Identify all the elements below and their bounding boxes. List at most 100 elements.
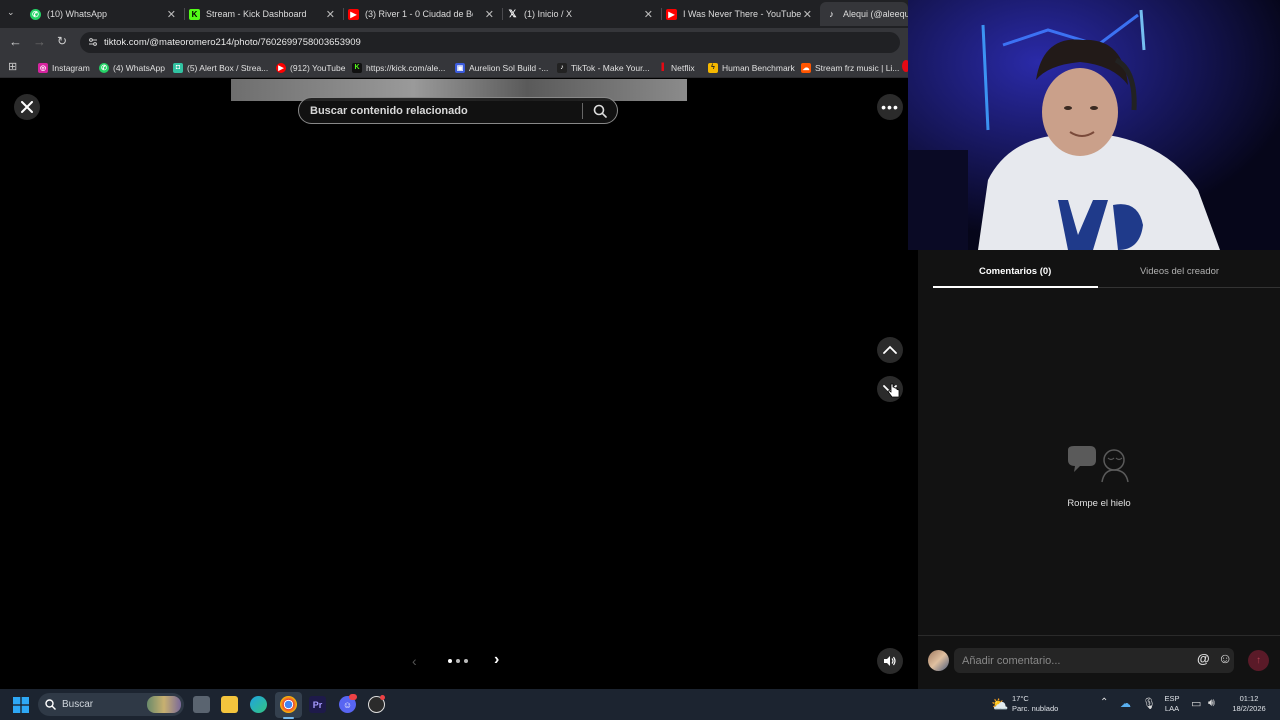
- url-field[interactable]: tiktok.com/@mateoromero214/photo/7602699…: [80, 32, 900, 53]
- bookmark-label: TikTok - Make Your...: [571, 62, 650, 73]
- language-line2: LAA: [1164, 704, 1180, 713]
- bookmark-stream-frz[interactable]: ☁ Stream frz music | Li...: [801, 61, 899, 74]
- instagram-icon: ◎: [38, 62, 48, 73]
- taskbar-search-label: Buscar: [62, 699, 94, 710]
- url-text: tiktok.com/@mateoromero214/photo/7602699…: [104, 37, 361, 48]
- comment-input[interactable]: Añadir comentario...: [954, 648, 1234, 673]
- clock-time: 01:12: [1239, 694, 1259, 703]
- previous-photo-arrow-icon[interactable]: ‹: [412, 653, 417, 669]
- webcam-overlay: [908, 0, 1280, 250]
- clock-date: 18/2/2026: [1232, 704, 1266, 713]
- search-icon[interactable]: [593, 104, 607, 118]
- bookmark-label: Human Benchmark: [722, 62, 795, 73]
- tab-whatsapp[interactable]: ✆ (10) WhatsApp ✕: [30, 4, 180, 24]
- discord-badge: [349, 694, 357, 700]
- tab-youtube-river[interactable]: ▶ (3) River 1 - 0 Ciudad de Bolívar ✕: [348, 4, 498, 24]
- close-tab-icon[interactable]: ✕: [167, 8, 176, 21]
- windows-taskbar: Buscar Pr ☺ ⛅ 17°C Parc. nublado ⌃ ☁ 🎙︎ …: [0, 689, 1280, 720]
- edge-icon[interactable]: [250, 696, 267, 713]
- tray-chevron-up-icon[interactable]: ⌃: [1100, 697, 1108, 708]
- mouse-cursor-hand-icon: [887, 383, 900, 398]
- search-highlight-icon: [147, 696, 181, 713]
- webcam-image: [908, 0, 1280, 250]
- photo-dot: [448, 659, 452, 663]
- reload-icon[interactable]: ↻: [57, 34, 67, 48]
- bookmark-human-benchmark[interactable]: ϟ Human Benchmark: [708, 61, 795, 74]
- address-toolbar: ← → ↻ tiktok.com/@mateoromero214/photo/7…: [0, 28, 908, 56]
- browser-tab-strip: ⌄ ✆ (10) WhatsApp ✕ K Stream - Kick Dash…: [0, 0, 908, 28]
- soundcloud-icon: ☁: [801, 62, 811, 73]
- next-photo-arrow-icon[interactable]: ›: [494, 651, 499, 669]
- search-placeholder: Buscar contenido relacionado: [310, 104, 468, 117]
- network-icon[interactable]: ▭: [1191, 697, 1201, 710]
- onedrive-icon[interactable]: ☁: [1120, 697, 1131, 710]
- chevron-up-icon: [883, 345, 897, 354]
- bookmark-instagram[interactable]: ◎ Instagram: [38, 61, 90, 74]
- language-line1: ESP: [1164, 694, 1180, 703]
- windows-start-icon[interactable]: [13, 697, 29, 713]
- tab-creator-videos[interactable]: Videos del creador: [1140, 266, 1219, 277]
- apps-grid-icon[interactable]: ⊞: [8, 60, 17, 73]
- whatsapp-icon: ✆: [30, 8, 41, 20]
- tab-x-inicio[interactable]: 𝕏 (1) Inicio / X ✕: [507, 4, 657, 24]
- close-tab-icon[interactable]: ✕: [644, 8, 653, 21]
- tab-title: I Was Never There - YouTube: [683, 9, 802, 19]
- post-comment-button[interactable]: ↑: [1248, 650, 1269, 671]
- related-search-input[interactable]: Buscar contenido relacionado: [298, 97, 618, 124]
- bookmark-alert-box[interactable]: ◘ (5) Alert Box / Strea...: [173, 61, 268, 74]
- tab-tiktok-active[interactable]: ♪ Alequi (@aleequi_): [820, 2, 908, 26]
- microphone-icon[interactable]: 🎙︎: [1142, 697, 1156, 710]
- task-view-icon[interactable]: [193, 696, 210, 713]
- bookmark-label: (5) Alert Box / Strea...: [187, 62, 269, 73]
- chrome-icon[interactable]: [280, 696, 297, 713]
- clock[interactable]: 01:12 18/2/2026: [1226, 694, 1272, 714]
- active-tab-underline: [933, 286, 1098, 288]
- bookmark-aurelion[interactable]: ▣ Aurelion Sol Build -...: [455, 61, 548, 74]
- bookmark-netflix[interactable]: ▌ Netflix: [661, 61, 695, 74]
- arrow-up-icon: ↑: [1256, 655, 1261, 666]
- language-indicator[interactable]: ESP LAA: [1162, 694, 1182, 714]
- youtube-icon: ▶: [666, 8, 677, 20]
- mention-icon[interactable]: @: [1197, 651, 1210, 666]
- tab-youtube-never-there[interactable]: ▶ I Was Never There - YouTube ✕: [666, 4, 816, 24]
- forward-arrow-icon[interactable]: →: [33, 34, 46, 49]
- bookmark-label: Netflix: [671, 62, 695, 73]
- previous-video-button[interactable]: [877, 337, 903, 363]
- bookmark-label: (912) YouTube: [290, 62, 346, 73]
- tiktok-icon: ♪: [557, 62, 567, 73]
- avatar[interactable]: [928, 650, 949, 671]
- photo-indicator-dots: [448, 659, 468, 663]
- bookmark-label: Instagram: [52, 62, 90, 73]
- tab-search-chevron-icon[interactable]: ⌄: [7, 7, 15, 18]
- empty-state-text: Rompe el hielo: [1067, 498, 1131, 509]
- file-explorer-icon[interactable]: [221, 696, 238, 713]
- volume-button[interactable]: [877, 648, 903, 674]
- site-settings-icon[interactable]: [88, 37, 98, 47]
- premiere-icon[interactable]: Pr: [309, 696, 326, 713]
- weather-icon[interactable]: ⛅: [991, 696, 1008, 713]
- photo-dot: [464, 659, 468, 663]
- tab-comments[interactable]: Comentarios (0): [979, 266, 1051, 277]
- close-tab-icon[interactable]: ✕: [326, 8, 335, 21]
- bookmark-kick[interactable]: Khttps://kick.com/ale...: [352, 61, 445, 74]
- bookmark-whatsapp[interactable]: ✆ (4) WhatsApp: [99, 61, 165, 74]
- more-options-button[interactable]: •••: [877, 94, 903, 120]
- comments-panel: Comentarios (0) Videos del creador Rompe…: [918, 250, 1280, 690]
- bookmark-tiktok[interactable]: ♪ TikTok - Make Your...: [557, 61, 650, 74]
- close-tab-icon[interactable]: ✕: [485, 8, 494, 21]
- tab-title: Alequi (@aleequi_): [843, 9, 908, 19]
- back-arrow-icon[interactable]: ←: [9, 34, 22, 49]
- comment-composer: Añadir comentario... @ ☺ ↑: [918, 635, 1280, 690]
- whatsapp-icon: ✆: [99, 62, 109, 73]
- emoji-icon[interactable]: ☺: [1218, 650, 1232, 666]
- bookmark-youtube[interactable]: ▶ (912) YouTube: [276, 61, 345, 74]
- close-icon: [21, 101, 33, 113]
- tab-divider: [1098, 287, 1280, 288]
- volume-icon[interactable]: 🔊︎: [1208, 697, 1215, 710]
- taskbar-search[interactable]: Buscar: [38, 693, 184, 716]
- kick-icon: K: [189, 8, 200, 20]
- tab-kick-dashboard[interactable]: K Stream - Kick Dashboard ✕: [189, 4, 339, 24]
- tab-creator-videos-label: Videos del creador: [1140, 266, 1220, 277]
- close-viewer-button[interactable]: [14, 94, 40, 120]
- close-tab-icon[interactable]: ✕: [803, 8, 812, 21]
